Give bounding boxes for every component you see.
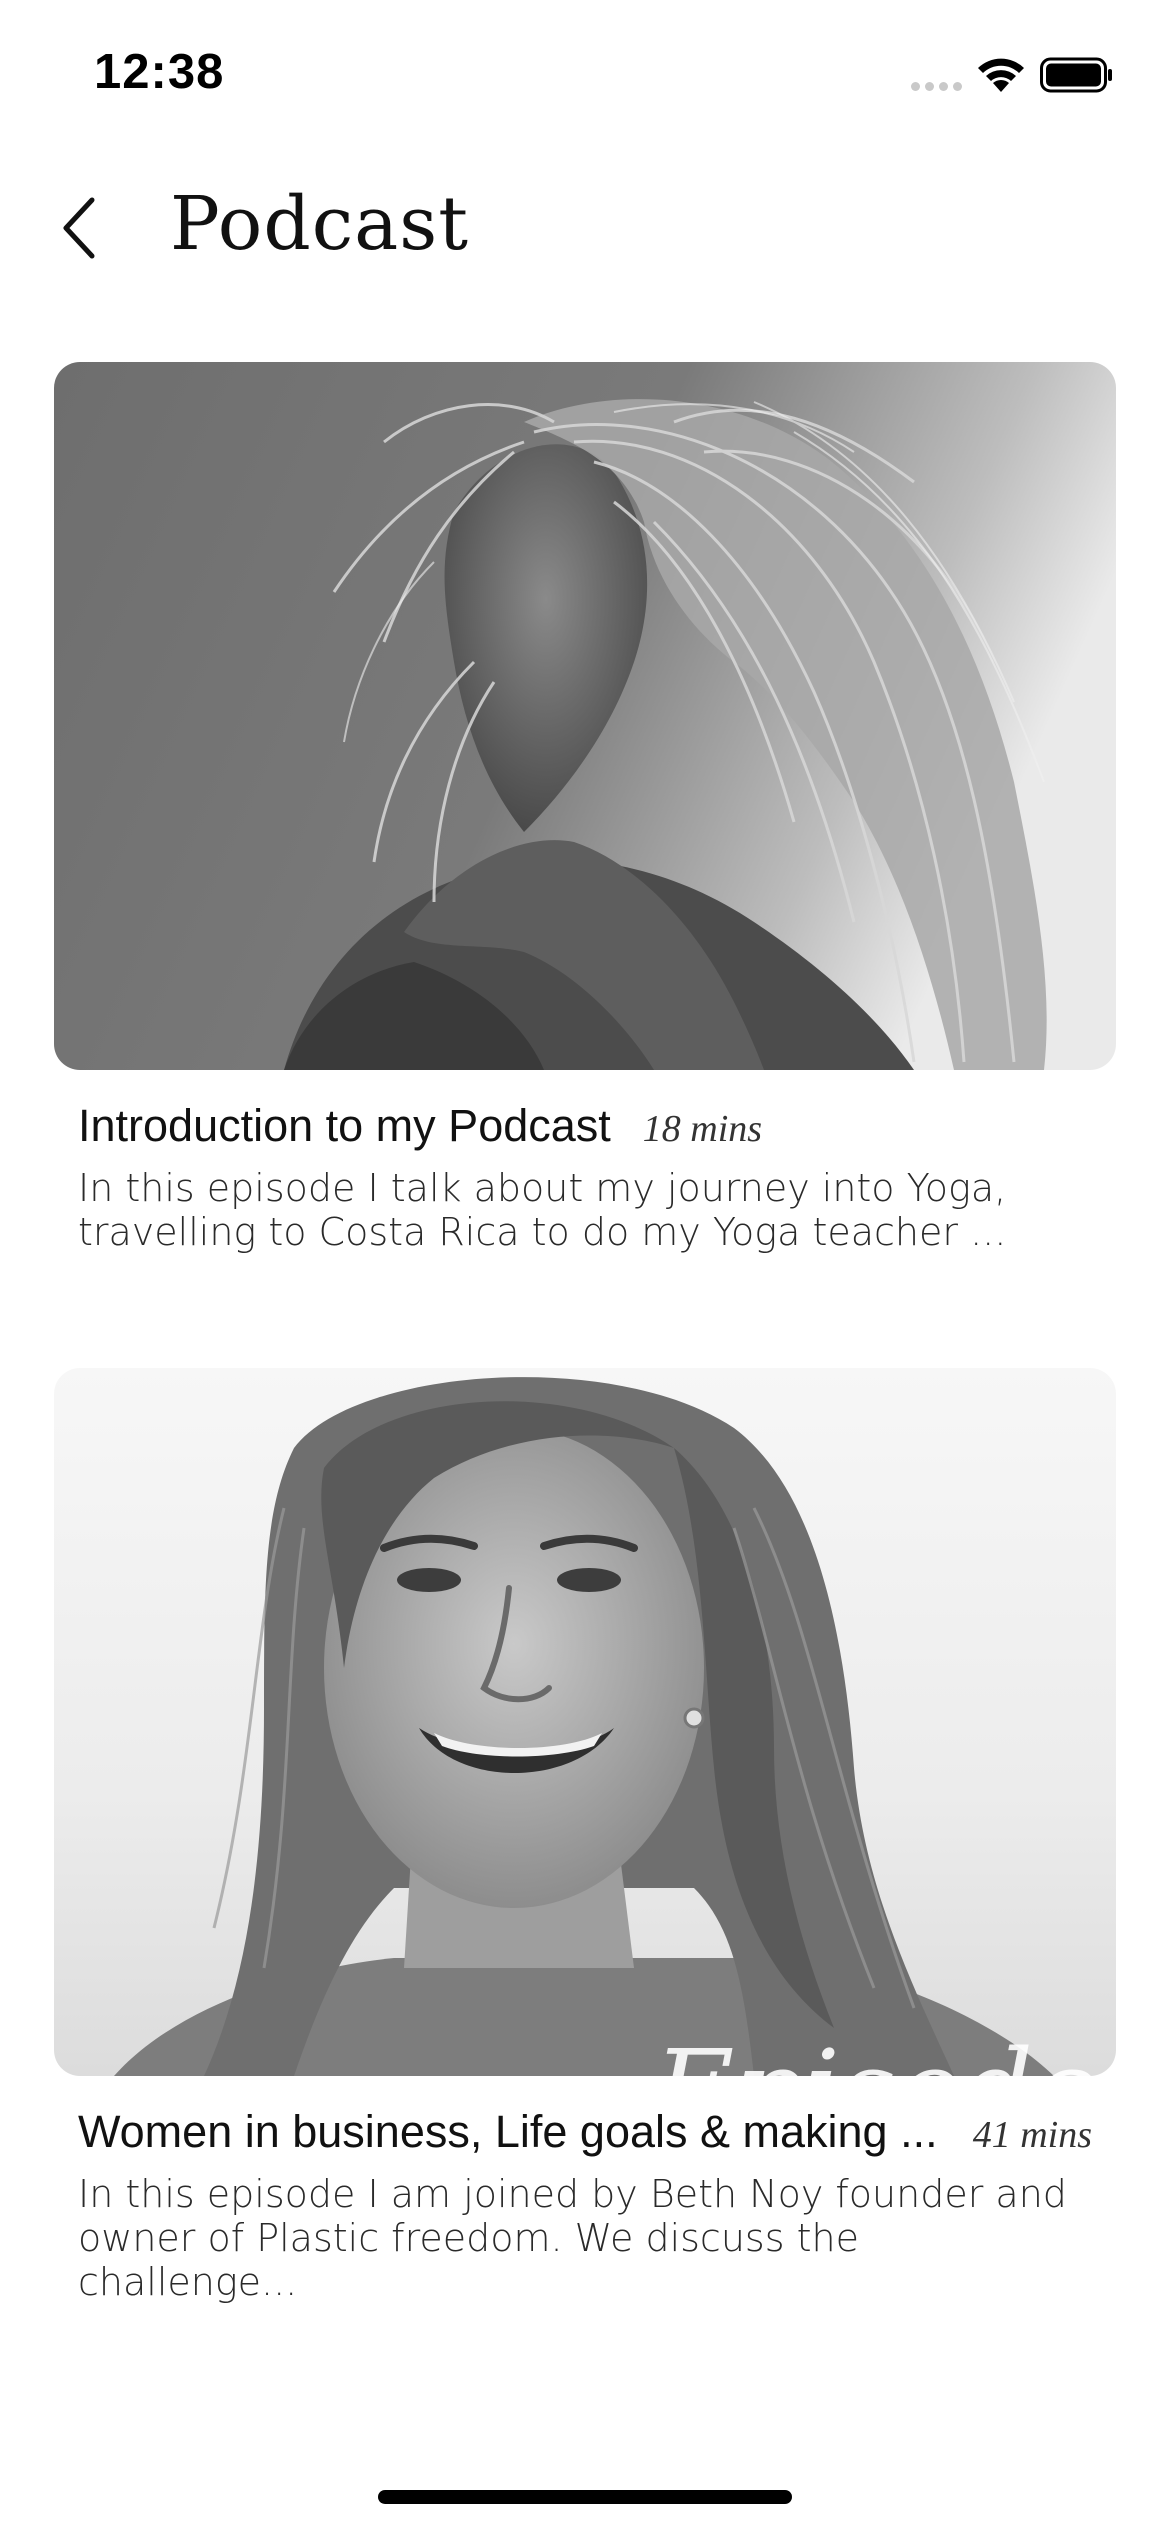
episode-meta: Women in business, Life goals & making .… (54, 2106, 1116, 2304)
episode-title-row: Introduction to my Podcast 18 mins (78, 1100, 1092, 1152)
status-time: 12:38 (94, 45, 225, 99)
status-bar: 12:38 (0, 0, 1170, 150)
home-indicator[interactable] (378, 2490, 792, 2504)
episode-description-line: In this episode I talk about my journey … (78, 1166, 1007, 1210)
episode-description-line: travelling to Costa Rica to do my Yoga t… (78, 1210, 1007, 1254)
page-title: Podcast (170, 181, 469, 267)
wifi-icon (976, 56, 1026, 94)
episode-card[interactable]: Episode 1 Women in business, Life goals … (54, 1368, 1116, 2304)
episode-image: Episode 1 (54, 1368, 1116, 2076)
episode-image-overlay-text: Episode 1 (652, 2026, 1116, 2076)
cellular-signal-icon (911, 57, 962, 93)
header: Podcast (0, 170, 1170, 290)
episode-image (54, 362, 1116, 1070)
episode-duration: 41 mins (972, 2114, 1092, 2156)
status-icons (911, 54, 1114, 96)
episode-card[interactable]: Introduction to my Podcast 18 mins In th… (54, 362, 1116, 1254)
battery-icon (1040, 56, 1114, 94)
episode-description-line: In this episode I am joined by Beth Noy … (78, 2172, 1067, 2216)
chevron-left-icon[interactable] (52, 192, 112, 264)
episode-duration: 18 mins (642, 1108, 763, 1150)
episode-title: Introduction to my Podcast (78, 1100, 611, 1151)
episode-title: Women in business, Life goals & making .… (78, 2106, 938, 2157)
episode-description-line: owner of Plastic freedom. We discuss the… (78, 2216, 859, 2304)
episode-description: In this episode I talk about my journey … (78, 1166, 1078, 1254)
episode-title-row: Women in business, Life goals & making .… (78, 2106, 1092, 2158)
episode-description: In this episode I am joined by Beth Noy … (78, 2172, 1078, 2304)
episode-meta: Introduction to my Podcast 18 mins In th… (54, 1100, 1116, 1254)
